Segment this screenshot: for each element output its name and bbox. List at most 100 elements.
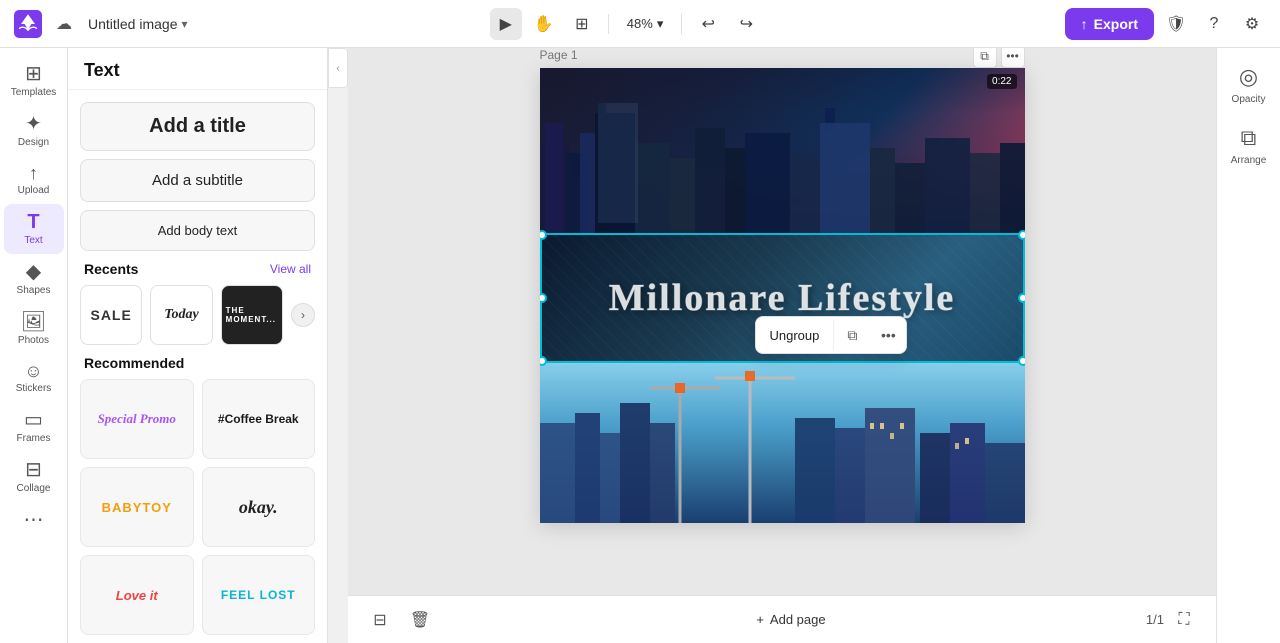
text-label: Text — [24, 235, 42, 246]
sidebar-item-upload[interactable]: ↑ Upload — [4, 156, 64, 204]
upload-label: Upload — [18, 185, 50, 196]
left-panel: Text Add a title Add a subtitle Add body… — [68, 48, 328, 643]
shapes-label: Shapes — [17, 285, 51, 296]
rec-babytoy-text: BABYTOY — [102, 500, 172, 515]
rec-item-okay[interactable]: okay. — [202, 467, 316, 547]
rec-item-love-it[interactable]: Love it — [80, 555, 194, 635]
undo-button[interactable]: ↩ — [692, 8, 724, 40]
buildings-svg-bottom — [540, 363, 1025, 523]
recent-item-sale[interactable]: SALE — [80, 285, 142, 345]
zoom-level: 48% — [627, 16, 653, 31]
recent-today-text: Today — [164, 307, 198, 323]
rec-item-special-promo[interactable]: Special Promo — [80, 379, 194, 459]
frames-label: Frames — [17, 433, 51, 444]
rec-item-coffee-break[interactable]: #Coffee Break — [202, 379, 316, 459]
rec-coffee-break-text: #Coffee Break — [218, 412, 299, 426]
recent-moment-text: THE MOMENT... — [222, 302, 282, 328]
main-layout: ⊞ Templates ✦ Design ↑ Upload T Text ◆ S… — [0, 48, 1280, 643]
upload-icon: ↑ — [29, 164, 38, 182]
recommended-section-header: Recommended — [84, 355, 311, 371]
arrange-label: Arrange — [1231, 155, 1267, 166]
page-more-button[interactable]: ••• — [1001, 48, 1025, 68]
app-logo[interactable] — [12, 8, 44, 40]
recents-row: SALE Today THE MOMENT... › — [80, 285, 315, 345]
context-copy-button[interactable]: ⧉ — [834, 317, 870, 353]
rec-okay-text: okay. — [239, 497, 278, 518]
add-page-button[interactable]: + Add page — [744, 606, 837, 633]
rec-item-babytoy[interactable]: BABYTOY — [80, 467, 194, 547]
sidebar-item-text[interactable]: T Text — [4, 204, 64, 254]
frames-icon: ▭ — [24, 410, 43, 430]
add-body-button[interactable]: Add body text — [80, 210, 315, 251]
opacity-tool[interactable]: ◎ Opacity — [1232, 64, 1266, 105]
topbar-right: ↑ Export 🛡 ? ⚙ — [1065, 8, 1268, 40]
canvas-scroll[interactable]: Page 1 ⧉ ••• 0:22 — [348, 48, 1216, 595]
opacity-icon: ◎ — [1239, 64, 1258, 90]
document-title-text: Untitled image — [88, 16, 178, 32]
recommended-grid: Special Promo #Coffee Break BABYTOY okay… — [80, 379, 315, 635]
arrange-tool[interactable]: ⧉ Arrange — [1231, 125, 1267, 166]
add-subtitle-button[interactable]: Add a subtitle — [80, 159, 315, 202]
topbar: ☁ Untitled image ▾ ▶ ✋ ⊞ 48% ▾ ↩ ↪ ↑ Exp… — [0, 0, 1280, 48]
add-title-button[interactable]: Add a title — [80, 102, 315, 151]
recents-section-header: Recents View all — [84, 261, 311, 277]
select-tool-button[interactable]: ▶ — [490, 8, 522, 40]
zoom-chevron-icon: ▾ — [657, 16, 664, 32]
zoom-control[interactable]: 48% ▾ — [619, 12, 672, 36]
panel-title: Text — [68, 48, 327, 90]
recommended-title: Recommended — [84, 355, 184, 371]
recent-sale-text: SALE — [90, 307, 131, 323]
grid-view-button[interactable]: ⊟ — [364, 604, 396, 636]
redo-button[interactable]: ↪ — [730, 8, 762, 40]
shield-button[interactable]: 🛡 — [1160, 8, 1192, 40]
sidebar-item-more[interactable]: ⋯ — [4, 502, 64, 538]
cloud-upload-icon: ☁ — [56, 14, 72, 34]
recents-next-button[interactable]: › — [291, 303, 315, 327]
document-title[interactable]: Untitled image ▾ — [88, 16, 188, 32]
sidebar-item-collage[interactable]: ⊟ Collage — [4, 452, 64, 502]
rec-item-feel-lost[interactable]: FEEL LOST — [202, 555, 316, 635]
sidebar-item-frames[interactable]: ▭ Frames — [4, 402, 64, 452]
buildings-svg-top — [540, 103, 1025, 233]
opacity-label: Opacity — [1232, 94, 1266, 105]
rec-love-it-text: Love it — [116, 588, 158, 603]
design-label: Design — [18, 137, 49, 148]
layout-button[interactable]: ⊞ — [566, 8, 598, 40]
hand-tool-button[interactable]: ✋ — [528, 8, 560, 40]
sidebar-icons: ⊞ Templates ✦ Design ↑ Upload T Text ◆ S… — [0, 48, 68, 643]
overlay-text: Millonare Lifestyle — [589, 276, 976, 320]
canvas-top-image[interactable]: 0:22 — [540, 68, 1025, 233]
add-page-icon: + — [756, 612, 764, 627]
canvas-bottom-image[interactable] — [540, 363, 1025, 523]
view-all-link[interactable]: View all — [270, 262, 311, 276]
collage-icon: ⊟ — [25, 460, 42, 480]
recent-item-today[interactable]: Today — [150, 285, 212, 345]
context-more-button[interactable]: ••• — [870, 317, 906, 353]
sidebar-item-templates[interactable]: ⊞ Templates — [4, 56, 64, 106]
rec-special-promo-text: Special Promo — [98, 411, 176, 427]
help-button[interactable]: ? — [1198, 8, 1230, 40]
canvas-wrapper: Page 1 ⧉ ••• 0:22 — [540, 68, 1025, 523]
stickers-icon: ☺ — [24, 362, 42, 380]
settings-button[interactable]: ⚙ — [1236, 8, 1268, 40]
sidebar-item-design[interactable]: ✦ Design — [4, 106, 64, 156]
more-icon: ⋯ — [24, 510, 44, 530]
ungroup-label: Ungroup — [770, 328, 820, 343]
ungroup-button[interactable]: Ungroup — [756, 320, 835, 351]
sidebar-item-stickers[interactable]: ☺ Stickers — [4, 354, 64, 402]
document-title-chevron-icon: ▾ — [182, 17, 188, 31]
fullscreen-button[interactable]: ⛶ — [1168, 604, 1200, 636]
export-button[interactable]: ↑ Export — [1065, 8, 1154, 40]
add-page-label: Add page — [770, 612, 826, 627]
sidebar-item-shapes[interactable]: ◆ Shapes — [4, 254, 64, 304]
canvas: 0:22 — [540, 68, 1025, 523]
recent-item-moment[interactable]: THE MOMENT... — [221, 285, 283, 345]
sidebar-item-photos[interactable]: 🖼 Photos — [4, 304, 64, 354]
right-sidebar: ◎ Opacity ⧉ Arrange — [1216, 48, 1280, 643]
templates-icon: ⊞ — [25, 64, 42, 84]
panel-collapse-button[interactable]: ‹ — [328, 48, 348, 88]
delete-button[interactable]: 🗑 — [404, 604, 436, 636]
page-duplicate-button[interactable]: ⧉ — [973, 48, 997, 68]
design-icon: ✦ — [25, 114, 42, 134]
stickers-label: Stickers — [16, 383, 52, 394]
